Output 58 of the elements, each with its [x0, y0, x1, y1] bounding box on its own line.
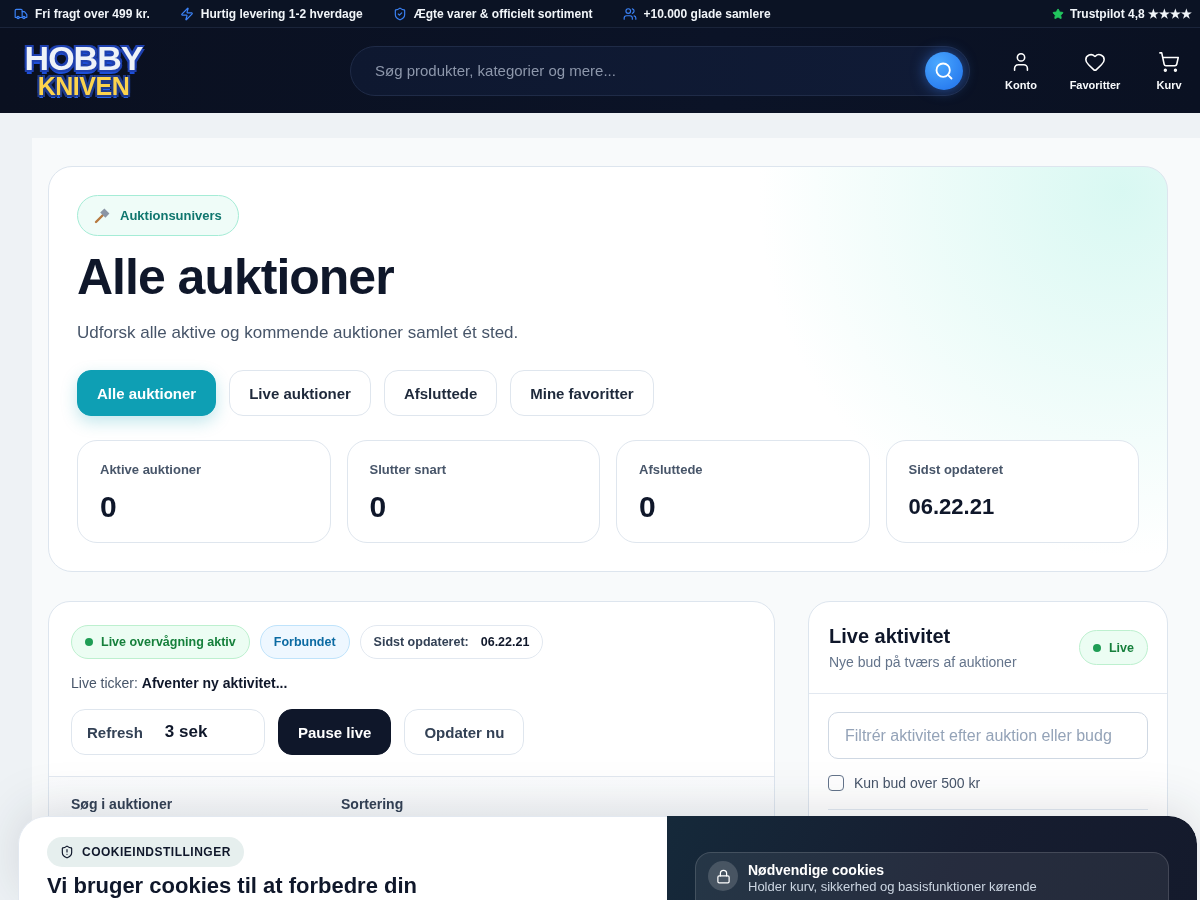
- status-pill: Forbundet: [259, 625, 350, 659]
- search-icon: [934, 60, 954, 81]
- field-label: Sortering: [341, 796, 404, 813]
- category-title: Nødvendige cookies: [748, 861, 885, 879]
- page-title: Alle auktioner: [77, 250, 394, 305]
- shield-icon: [60, 845, 74, 859]
- checkbox[interactable]: [828, 775, 844, 791]
- usp-text: Ægte varer & officielt sortiment: [413, 6, 593, 21]
- nav-button[interactable]: Konto: [991, 50, 1051, 91]
- filter-tab[interactable]: Live auktioner: [229, 370, 371, 416]
- logo[interactable]: HOBBY KNIVEN: [15, 41, 152, 100]
- stat-value: 0: [100, 490, 117, 524]
- badge-text: Auktionsunivers: [120, 208, 222, 223]
- panel-subtitle: Nye bud på tværs af auktioner: [829, 653, 1017, 671]
- refresh-button[interactable]: Opdater nu: [404, 709, 525, 755]
- checkbox-label: Kun bud over 500 kr: [854, 774, 981, 792]
- pause-button[interactable]: Pause live: [278, 709, 392, 755]
- refresh-label: Refresh: [87, 723, 143, 741]
- interval-select[interactable]: 3 sek: [164, 722, 208, 742]
- search-button[interactable]: [925, 51, 963, 90]
- stat-value: 0: [369, 490, 387, 524]
- stat-label: Afsluttede: [639, 462, 703, 478]
- status-pill: Sidst opdateret: 06.22.21: [359, 625, 544, 659]
- star-icon: [1052, 7, 1064, 20]
- truck-icon: [14, 6, 28, 21]
- live-ticker: Live ticker: Afventer ny aktivitet...: [71, 674, 288, 693]
- category-description: Holder kurv, sikkerhed og basisfunktioner kørende: [748, 879, 1037, 895]
- hammer-icon: [94, 207, 110, 224]
- lightning-icon: [179, 6, 194, 21]
- users-icon: [622, 6, 637, 21]
- usp-text: +10.000 glade samlere: [643, 6, 771, 21]
- page-subtitle: Udforsk alle aktive og kommende auktioner samlet ét sted.: [77, 322, 519, 344]
- stat-value: 0: [639, 490, 656, 524]
- panel-title: Live aktivitet: [829, 624, 951, 648]
- badge-text: COOKIEINDSTILLINGER: [82, 845, 231, 859]
- nav-button[interactable]: Favoritter: [1065, 50, 1125, 91]
- rating-text: Trustpilot 4,8 ★★★★: [1070, 6, 1192, 21]
- status-dot-icon: [85, 638, 93, 646]
- status-dot-icon: [1093, 643, 1101, 652]
- search-field[interactable]: Søg produkter, kategorier og mere...: [350, 45, 970, 96]
- usp-text: Fri fragt over 499 kr.: [35, 6, 150, 21]
- status-text: Live overvågning aktiv: [101, 635, 236, 649]
- filter-tab[interactable]: Mine favoritter: [510, 370, 654, 416]
- cart-icon: [1158, 50, 1180, 73]
- field-label: Søg i auktioner: [71, 796, 173, 813]
- cookie-heading: Vi bruger cookies til at forbedre din: [47, 873, 417, 899]
- nav-button[interactable]: Kurv: [1139, 50, 1199, 91]
- search-input[interactable]: Søg produkter, kategorier og mere...: [375, 55, 925, 86]
- stat-value: 06.22.21: [908, 493, 995, 521]
- lock-icon: [708, 861, 738, 891]
- filter-tab[interactable]: Afsluttede: [383, 370, 498, 416]
- activity-filter-input[interactable]: Filtrér aktivitet efter auktion eller budg: [828, 712, 1148, 759]
- stat-label: Sidst opdateret: [908, 462, 1004, 478]
- stat-label: Aktive auktioner: [100, 462, 202, 478]
- stat-label: Slutter snart: [369, 462, 447, 478]
- live-text: Live: [1109, 640, 1134, 655]
- usp-text: Hurtig levering 1-2 hverdage: [200, 6, 363, 21]
- shield-check-icon: [392, 6, 407, 21]
